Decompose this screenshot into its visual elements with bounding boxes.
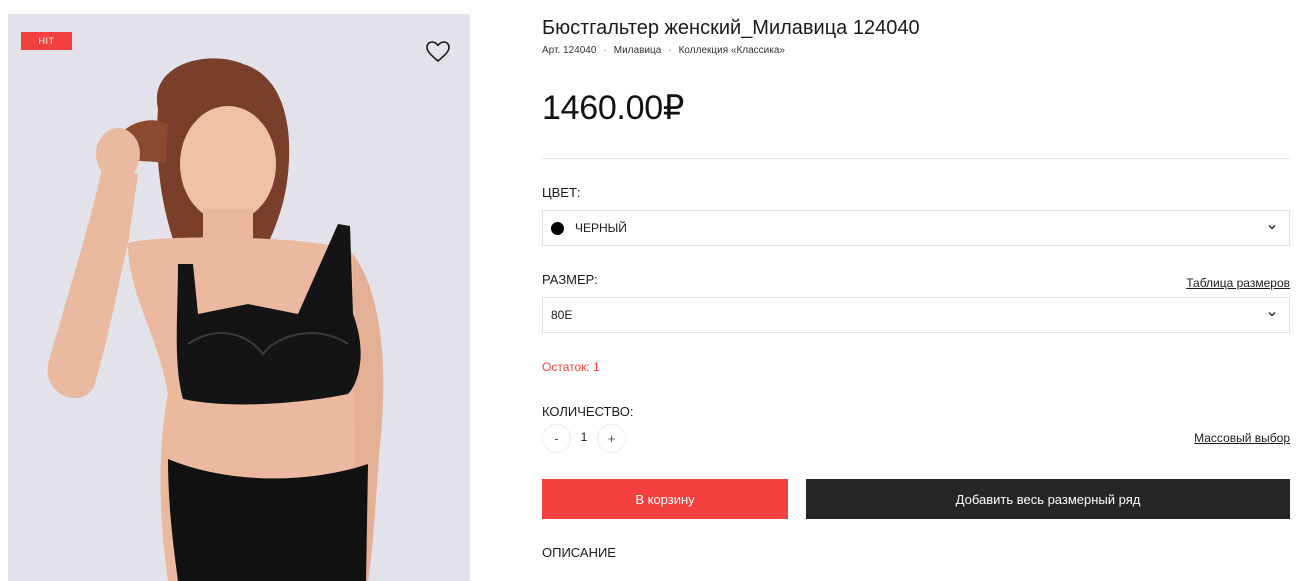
meta-separator: ·: [668, 45, 672, 56]
quantity-label: КОЛИЧЕСТВО:: [542, 404, 634, 419]
description-heading[interactable]: ОПИСАНИЕ: [542, 545, 616, 560]
chevron-down-icon: [1268, 225, 1276, 230]
meta-separator: ·: [603, 45, 607, 56]
color-select[interactable]: ЧЕРНЫЙ: [542, 210, 1290, 246]
quantity-increase-button[interactable]: +: [597, 424, 626, 453]
size-table-link[interactable]: Таблица размеров: [1186, 276, 1290, 290]
chevron-down-icon: [1268, 312, 1276, 317]
product-sku: Арт. 124040: [542, 45, 597, 56]
product-image-gallery: HIT: [8, 14, 470, 581]
product-brand: Милавица: [613, 45, 662, 56]
color-value: ЧЕРНЫЙ: [575, 221, 627, 235]
hit-badge: HIT: [21, 32, 72, 50]
quantity-value[interactable]: 1: [576, 430, 592, 444]
color-swatch: [551, 221, 564, 235]
product-title: Бюстгальтер женский_Милавица 124040: [542, 17, 920, 39]
heart-icon: [426, 40, 450, 62]
add-size-range-button[interactable]: Добавить весь размерный ряд: [806, 479, 1290, 519]
size-value: 80E: [551, 308, 573, 322]
color-label: ЦВЕТ:: [542, 185, 581, 200]
product-photo[interactable]: [8, 14, 470, 581]
favorite-button[interactable]: [422, 36, 454, 66]
size-label: РАЗМЕР:: [542, 272, 598, 287]
product-price: 1460.00₽: [542, 89, 685, 127]
add-to-cart-button[interactable]: В корзину: [542, 479, 788, 519]
divider: [542, 158, 1290, 159]
quantity-decrease-button[interactable]: -: [542, 424, 571, 453]
stock-status: Остаток: 1: [542, 360, 600, 374]
product-meta: Арт. 124040 · Милавица · Коллекция «Клас…: [542, 45, 785, 56]
bulk-select-link[interactable]: Массовый выбор: [1194, 431, 1290, 445]
product-collection: Коллекция «Классика»: [678, 45, 785, 56]
size-select[interactable]: 80E: [542, 297, 1290, 333]
